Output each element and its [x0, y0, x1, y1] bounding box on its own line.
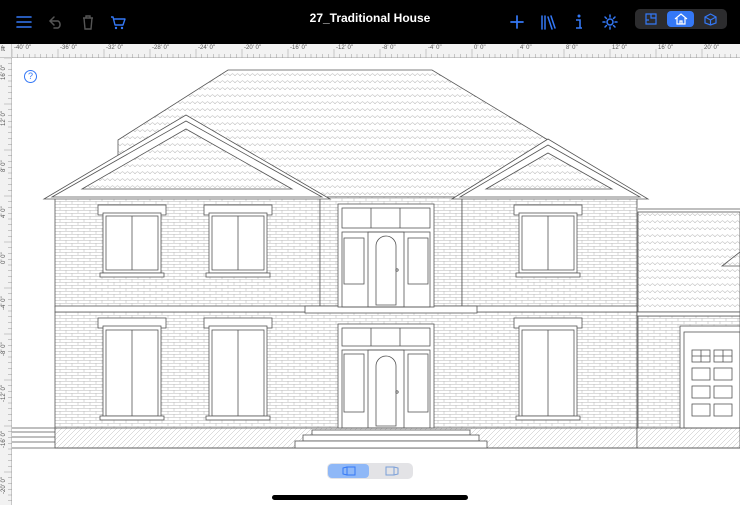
elevation-icon[interactable]	[667, 11, 694, 27]
settings-icon[interactable]	[595, 7, 625, 37]
ruler-tick-label: 8' 0"	[566, 45, 578, 51]
upper-window-1	[97, 204, 167, 278]
floor-plan-icon[interactable]	[637, 11, 664, 27]
house-elevation-drawing	[12, 69, 740, 449]
ruler-tick-label: -20' 0"	[1, 477, 7, 494]
upper-left-wall	[54, 196, 321, 308]
ruler-tick-label: 16' 0"	[1, 65, 7, 80]
lower-window-3	[513, 317, 583, 421]
left-ruler: 16' 0" 12' 0" 8' 0" 4' 0" 0' 0" -4' 0" -8' 0" -…	[0, 58, 12, 505]
ruler-tick-label: -8' 0"	[382, 45, 396, 51]
ruler-tick-label: -36' 0"	[60, 45, 77, 51]
upper-window-2	[203, 204, 273, 278]
ruler-tick-label: -40' 0"	[14, 45, 31, 51]
ruler-tick-label: 12' 0"	[612, 45, 627, 51]
front-elevation-icon[interactable]	[328, 464, 369, 478]
garage-door	[679, 325, 740, 429]
undo-icon[interactable]	[41, 7, 71, 37]
ruler-tick-label: 8' 0"	[1, 160, 7, 172]
upper-center-door	[337, 203, 435, 308]
top-ruler: -40' 0" -36' 0" -32' 0" -28' 0" -24' 0" -20' …	[0, 44, 740, 58]
top-toolbar: 27_Traditional House	[0, 0, 740, 44]
ruler-tick-label: -4' 0"	[1, 296, 7, 310]
ruler-unit-label: ft	[1, 46, 5, 53]
trash-icon[interactable]	[73, 7, 103, 37]
home-indicator	[272, 495, 468, 500]
lower-window-1	[97, 317, 167, 421]
ruler-tick-label: 4' 0"	[520, 45, 532, 51]
ruler-tick-label: -4' 0"	[428, 45, 442, 51]
menu-icon[interactable]	[9, 7, 39, 37]
ruler-tick-label: -12' 0"	[1, 385, 7, 402]
cart-icon[interactable]	[103, 7, 133, 37]
ruler-tick-label: -24' 0"	[198, 45, 215, 51]
ruler-tick-label: -16' 0"	[290, 45, 307, 51]
ruler-tick-label: -12' 0"	[336, 45, 353, 51]
ruler-tick-label: 0' 0"	[1, 252, 7, 264]
elevation-side-toggle	[327, 463, 413, 479]
upper-window-3	[513, 204, 583, 278]
ruler-tick-label: 16' 0"	[658, 45, 673, 51]
front-entry-door	[337, 323, 435, 429]
ruler-tick-label: 12' 0"	[1, 111, 7, 126]
library-icon[interactable]	[533, 7, 563, 37]
ruler-tick-label: -20' 0"	[244, 45, 261, 51]
view-mode-selector	[635, 9, 727, 29]
ruler-tick-label: -28' 0"	[152, 45, 169, 51]
ruler-tick-label: 4' 0"	[1, 206, 7, 218]
help-button[interactable]: ?	[24, 70, 37, 83]
elevation-canvas[interactable]	[12, 58, 740, 505]
lower-window-2	[203, 317, 273, 421]
ruler-tick-label: -16' 0"	[1, 431, 7, 448]
garage-roof	[637, 211, 740, 313]
info-icon[interactable]	[564, 7, 594, 37]
document-title: 27_Traditional House	[309, 11, 431, 25]
ruler-tick-label: -32' 0"	[106, 45, 123, 51]
side-elevation-icon[interactable]	[371, 464, 412, 478]
plus-icon[interactable]	[502, 7, 532, 37]
3d-icon[interactable]	[697, 11, 724, 27]
ruler-tick-label: -8' 0"	[1, 342, 7, 356]
ruler-tick-label: 0' 0"	[474, 45, 486, 51]
ruler-tick-label: 20' 0"	[704, 45, 719, 51]
